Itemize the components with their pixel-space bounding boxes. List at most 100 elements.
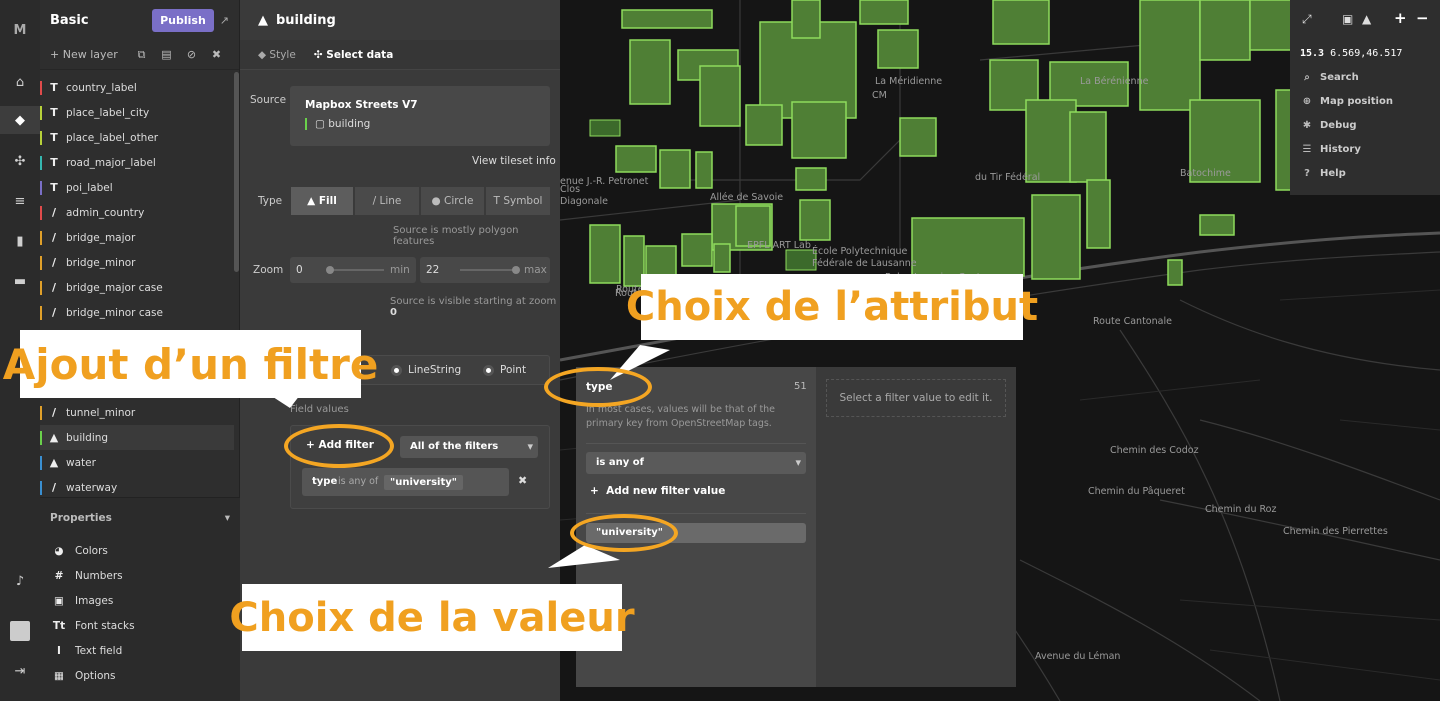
layer-item-place-label-other[interactable]: Tplace_label_other xyxy=(40,125,234,150)
property-icon: ◕ xyxy=(54,544,64,557)
bell-icon[interactable]: ♪ xyxy=(0,567,40,595)
home-icon[interactable]: ⌂ xyxy=(0,68,40,96)
tab-style[interactable]: ◆ Style xyxy=(258,49,296,61)
property-item-text-field[interactable]: I Text field xyxy=(40,638,240,663)
map-menu-search-label: Search xyxy=(1320,72,1359,83)
type-line-button[interactable]: / Line xyxy=(355,187,419,215)
layer-item-building[interactable]: ▲ building xyxy=(40,425,234,450)
zoom-min-range[interactable]: 0 min xyxy=(290,257,416,283)
map-menu-debug[interactable]: ✱ Debug xyxy=(1300,120,1357,131)
trash-icon[interactable]: ✖ xyxy=(518,474,527,487)
zoom-out-button[interactable]: − xyxy=(1416,9,1429,27)
avatar[interactable] xyxy=(0,617,40,645)
tab-select-data[interactable]: ✣ Select data xyxy=(314,49,393,61)
layer-item-bridge-minor[interactable]: / bridge_minor xyxy=(40,250,234,275)
property-icon: # xyxy=(54,569,64,582)
geometry-point-radio[interactable]: Point xyxy=(483,364,526,376)
layer-label: admin_country xyxy=(66,206,145,219)
folder-icon[interactable]: ▬ xyxy=(0,267,40,295)
layer-label: bridge_minor xyxy=(66,256,136,269)
zoom-in-button[interactable]: + xyxy=(1394,9,1407,27)
layer-item-tunnel-minor[interactable]: / tunnel_minor xyxy=(40,400,234,425)
zoom-max-range[interactable]: 22 max xyxy=(420,257,550,283)
zoom-min-thumb[interactable] xyxy=(326,266,334,274)
database-icon[interactable]: ≡ xyxy=(0,187,40,215)
add-filter-value-button[interactable]: + Add new filter value xyxy=(590,485,725,497)
tab-select-data-label: Select data xyxy=(326,48,394,61)
layer-item-bridge-minor-case[interactable]: / bridge_minor case xyxy=(40,300,234,325)
logout-icon[interactable]: ⇥ xyxy=(0,657,40,685)
group-icon[interactable]: ▤ xyxy=(154,48,179,61)
map-menu-debug-label: Debug xyxy=(1320,120,1357,131)
type-circle-button[interactable]: ● Circle xyxy=(421,187,484,215)
properties-header[interactable]: Properties ▾ xyxy=(40,498,240,538)
property-item-numbers[interactable]: # Numbers xyxy=(40,563,240,588)
layer-scrollbar[interactable] xyxy=(234,72,239,272)
layer-item-place-label-city[interactable]: Tplace_label_city xyxy=(40,100,234,125)
fullscreen-icon[interactable]: ⤢ xyxy=(1302,12,1312,27)
map-label: Chemin des Codoz xyxy=(1110,445,1199,456)
external-link-icon[interactable]: ↗ xyxy=(220,14,229,27)
map-menu-help[interactable]: ? Help xyxy=(1300,168,1346,179)
property-item-font-stacks[interactable]: Tt Font stacks xyxy=(40,613,240,638)
layer-type-icon: / xyxy=(51,206,57,219)
duplicate-icon[interactable]: ⧉ xyxy=(129,48,154,62)
trash-icon[interactable]: ✖ xyxy=(204,48,229,61)
layer-item-country-label[interactable]: Tcountry_label xyxy=(40,75,234,100)
property-item-images[interactable]: ▣ Images xyxy=(40,588,240,613)
source-label: Source xyxy=(250,94,287,106)
paint-bucket-icon[interactable]: ◆ xyxy=(0,106,40,134)
highlight-ring-attribute xyxy=(544,367,652,407)
layer-item-water[interactable]: ▲ water xyxy=(40,450,234,475)
property-item-options[interactable]: ▦ Options xyxy=(40,663,240,688)
map-menu-position-label: Map position xyxy=(1320,96,1393,107)
search-icon: ⌕ xyxy=(1304,72,1310,83)
hide-icon[interactable]: ⊘ xyxy=(179,48,204,61)
layer-item-road-major-label[interactable]: Troad_major_label xyxy=(40,150,234,175)
mapbox-logo[interactable]: M xyxy=(0,16,40,44)
property-label: Numbers xyxy=(75,569,123,582)
crosshair-icon: ⊕ xyxy=(1302,96,1312,107)
new-layer-label: New layer xyxy=(62,48,118,61)
layer-item-bridge-major[interactable]: / bridge_major xyxy=(40,225,234,250)
style-header: Basic Publish ↗ xyxy=(40,0,239,40)
add-filter-value-label: Add new filter value xyxy=(606,485,726,497)
layer-type-icon: / xyxy=(51,481,57,494)
type-symbol-button[interactable]: T Symbol xyxy=(486,187,550,215)
layer-name: building xyxy=(276,12,336,28)
type-fill-button[interactable]: ▲ Fill xyxy=(291,187,353,215)
zoom-max-track xyxy=(460,269,516,271)
zoom-max-value: 22 xyxy=(426,264,440,276)
nodes-icon[interactable]: ✣ xyxy=(0,147,40,175)
property-label: Options xyxy=(75,669,116,682)
publish-button[interactable]: Publish xyxy=(152,8,214,32)
view-tileset-link[interactable]: View tileset info xyxy=(472,155,556,167)
zoom-min-unit: min xyxy=(390,264,410,276)
chart-icon[interactable]: ▮ xyxy=(0,227,40,255)
attribute-help: In most cases, values will be that of th… xyxy=(586,404,776,429)
filter-row[interactable]: type is any of "university" xyxy=(302,468,509,496)
layer-item-admin-country[interactable]: / admin_country xyxy=(40,200,234,225)
property-item-colors[interactable]: ◕ Colors xyxy=(40,538,240,563)
source-selector[interactable]: Mapbox Streets V7 ▢ building xyxy=(290,86,550,146)
highlight-ring-value xyxy=(570,514,678,552)
layer-item-bridge-major-case[interactable]: / bridge_major case xyxy=(40,275,234,300)
new-layer-button[interactable]: + New layer xyxy=(50,48,129,61)
layer-color-bar xyxy=(40,105,42,120)
geometry-linestring-radio[interactable]: LineString xyxy=(391,364,461,376)
zoom-max-thumb[interactable] xyxy=(512,266,520,274)
operator-select[interactable]: is any of ▾ xyxy=(586,452,806,474)
compass-icon[interactable]: ▲ xyxy=(1362,12,1371,26)
lock-icon[interactable]: ▣ xyxy=(1342,12,1353,26)
layer-type-icon: / xyxy=(51,306,57,319)
layer-type-icon: ▲ xyxy=(49,456,59,469)
map-menu-search[interactable]: ⌕ Search xyxy=(1300,72,1359,83)
property-icon: ▦ xyxy=(54,669,64,682)
layer-label: bridge_minor case xyxy=(66,306,163,319)
property-label: Font stacks xyxy=(75,619,135,632)
map-label: La Méridienne xyxy=(875,76,943,87)
map-menu-history[interactable]: ☰ History xyxy=(1300,144,1361,155)
layer-item-poi-label[interactable]: Tpoi_label xyxy=(40,175,234,200)
map-menu-position[interactable]: ⊕ Map position xyxy=(1300,96,1393,107)
filter-mode-select[interactable]: All of the filters ▾ xyxy=(400,436,538,458)
